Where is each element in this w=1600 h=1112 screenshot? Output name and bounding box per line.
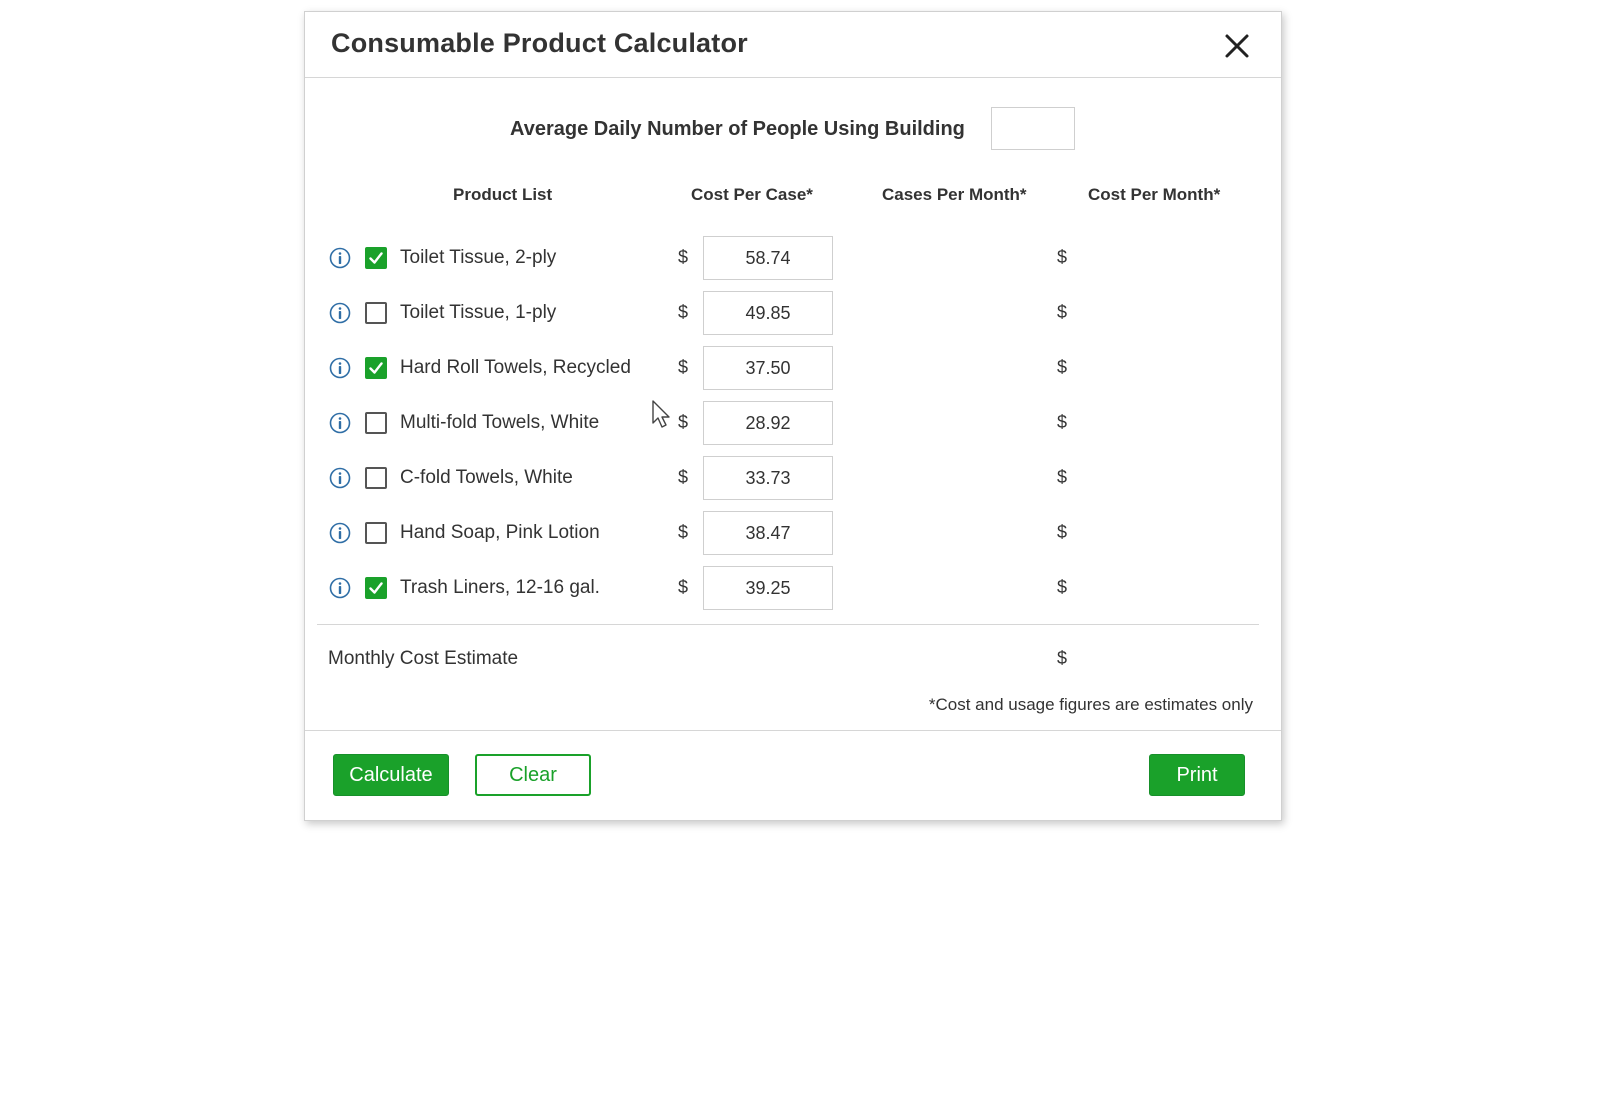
product-row: Hand Soap, Pink Lotion $ $ [305,511,1281,555]
currency-symbol: $ [1057,648,1068,668]
product-row: Hard Roll Towels, Recycled $ $ [305,346,1281,390]
currency-symbol: $ [1057,247,1068,267]
product-row: Toilet Tissue, 2-ply $ $ [305,236,1281,280]
currency-symbol: $ [678,522,689,542]
checkmark-icon [369,582,383,594]
info-icon[interactable] [329,357,351,379]
cost-per-case-input[interactable] [703,291,833,335]
monthly-cost-label: Monthly Cost Estimate [328,648,519,669]
product-name: C-fold Towels, White [400,467,573,488]
currency-symbol: $ [1057,357,1068,377]
header-cost-per-month: Cost Per Month* [1088,185,1221,204]
product-row: C-fold Towels, White $ $ [305,456,1281,500]
footer-divider [305,730,1281,731]
currency-symbol: $ [678,357,689,377]
cost-per-case-input[interactable] [703,456,833,500]
close-icon[interactable] [1223,32,1251,60]
product-name: Toilet Tissue, 2-ply [400,247,557,268]
product-checkbox[interactable] [365,467,387,489]
info-icon[interactable] [329,412,351,434]
mouse-cursor-icon [652,400,670,428]
product-checkbox[interactable] [365,247,387,269]
currency-symbol: $ [678,467,689,487]
monthly-cost-value: $ [1057,648,1067,669]
people-label: Average Daily Number of People Using Bui… [510,118,965,140]
header-cost-per-case: Cost Per Case* [691,185,813,204]
calculator-dialog: Consumable Product Calculator Average Da… [304,11,1282,821]
product-checkbox[interactable] [365,522,387,544]
product-checkbox[interactable] [365,412,387,434]
info-icon[interactable] [329,577,351,599]
product-name: Multi-fold Towels, White [400,412,600,433]
product-checkbox[interactable] [365,357,387,379]
currency-symbol: $ [1057,522,1068,542]
currency-symbol: $ [1057,412,1068,432]
info-icon[interactable] [329,467,351,489]
currency-symbol: $ [678,577,689,597]
product-checkbox[interactable] [365,577,387,599]
product-checkbox[interactable] [365,302,387,324]
calculate-button[interactable]: Calculate [333,754,449,796]
cost-per-case-input[interactable] [703,236,833,280]
product-row: Multi-fold Towels, White $ $ [305,401,1281,445]
checkmark-icon [369,252,383,264]
info-icon[interactable] [329,302,351,324]
print-button[interactable]: Print [1149,754,1245,796]
currency-symbol: $ [1057,302,1068,322]
estimate-note: *Cost and usage figures are estimates on… [928,695,1253,714]
cost-per-case-input[interactable] [703,401,833,445]
product-row: Toilet Tissue, 1-ply $ $ [305,291,1281,335]
header-product-list: Product List [453,185,553,204]
currency-symbol: $ [678,412,689,432]
currency-symbol: $ [1057,577,1068,597]
product-name: Toilet Tissue, 1-ply [400,302,557,323]
cost-per-case-input[interactable] [703,511,833,555]
product-name: Hand Soap, Pink Lotion [400,522,600,543]
checkmark-icon [369,362,383,374]
cost-per-case-input[interactable] [703,346,833,390]
dialog-title: Consumable Product Calculator [331,28,748,58]
currency-symbol: $ [678,247,689,267]
currency-symbol: $ [1057,467,1068,487]
people-row: Average Daily Number of People Using Bui… [305,107,1281,151]
divider [317,624,1259,625]
info-icon[interactable] [329,522,351,544]
product-row: Trash Liners, 12-16 gal. $ $ [305,566,1281,610]
header-cases-per-month: Cases Per Month* [882,185,1027,204]
clear-button[interactable]: Clear [475,754,591,796]
product-name: Trash Liners, 12-16 gal. [400,577,600,598]
product-name: Hard Roll Towels, Recycled [400,357,631,378]
currency-symbol: $ [678,302,689,322]
dialog-header: Consumable Product Calculator [305,12,1281,78]
info-icon[interactable] [329,247,351,269]
cost-per-case-input[interactable] [703,566,833,610]
people-input[interactable] [991,107,1075,150]
